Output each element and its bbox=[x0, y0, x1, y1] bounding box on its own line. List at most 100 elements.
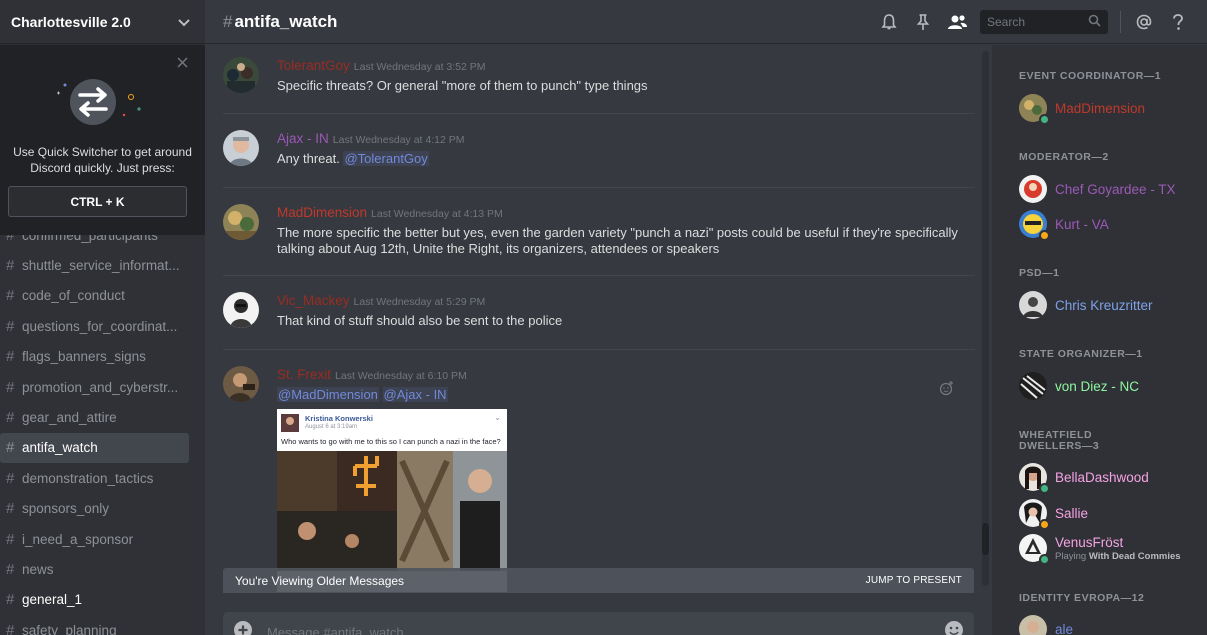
username[interactable]: MadDimension bbox=[277, 205, 367, 220]
hash-icon: # bbox=[6, 317, 15, 335]
channel-label: i_need_a_sponsor bbox=[22, 531, 134, 547]
hash-icon: # bbox=[6, 591, 15, 609]
message-list: TolerantGoy Last Wednesday at 3:52 PM Spe… bbox=[205, 45, 980, 592]
hash-icon: # bbox=[6, 469, 15, 487]
channel-item[interactable]: # news bbox=[0, 554, 189, 584]
upload-icon[interactable] bbox=[233, 620, 253, 635]
emoji-icon[interactable] bbox=[944, 620, 964, 635]
user-mention[interactable]: @MadDimension bbox=[277, 387, 379, 402]
member-list-icon[interactable] bbox=[940, 0, 974, 44]
discord-app: Charlottesville 2.0 # confirmed_participa… bbox=[0, 0, 1207, 635]
channel-label: questions_for_coordinat... bbox=[22, 318, 178, 334]
username[interactable]: Vic_Mackey bbox=[277, 293, 350, 308]
message-input[interactable] bbox=[267, 624, 944, 635]
timestamp: Last Wednesday at 4:12 PM bbox=[332, 134, 465, 146]
avatar[interactable] bbox=[223, 130, 259, 166]
channel-label: demonstration_tactics bbox=[22, 470, 154, 486]
member-item[interactable]: ale bbox=[1019, 613, 1073, 635]
channel-item[interactable]: # i_need_a_sponsor bbox=[0, 524, 189, 554]
role-header: STATE ORGANIZER—1 bbox=[1019, 348, 1143, 360]
avatar[interactable] bbox=[223, 57, 259, 93]
member-item[interactable]: VenusFröst Playing With Dead Commies bbox=[1019, 532, 1181, 565]
channel-item[interactable]: # safety_planning bbox=[0, 615, 189, 635]
message-text: The more specific the better but yes, ev… bbox=[277, 225, 958, 256]
post-text: Who wants to go with me to this so I can… bbox=[281, 437, 501, 446]
channel-item[interactable]: # sponsors_only bbox=[0, 494, 189, 524]
member-item[interactable]: von Diez - NC bbox=[1019, 370, 1139, 402]
timestamp: Last Wednesday at 5:29 PM bbox=[353, 296, 486, 308]
user-mention[interactable]: @Ajax - IN bbox=[382, 387, 448, 402]
avatar[interactable] bbox=[223, 366, 259, 402]
channel-item[interactable]: # shuttle_service_informat... bbox=[0, 250, 189, 280]
member-name: von Diez - NC bbox=[1055, 378, 1140, 394]
message-body: Vic_Mackey Last Wednesday at 5:29 PM That… bbox=[277, 292, 975, 329]
channel-item[interactable]: # gear_and_attire bbox=[0, 402, 189, 432]
hash-icon: # bbox=[6, 560, 15, 578]
bell-icon[interactable] bbox=[872, 0, 906, 44]
channel-item-unread[interactable]: # general_1 bbox=[0, 585, 189, 615]
hash-icon: # bbox=[6, 439, 15, 457]
message-scrollbar[interactable] bbox=[980, 45, 992, 592]
member-item[interactable]: BellaDashwood bbox=[1019, 461, 1149, 494]
activity-game: With Dead Commies bbox=[1088, 550, 1181, 562]
role-header: IDENTITY EVROPA—12 bbox=[1019, 592, 1145, 604]
member-item[interactable]: MadDimension bbox=[1019, 92, 1145, 125]
username[interactable]: TolerantGoy bbox=[277, 58, 350, 73]
message-divider bbox=[223, 113, 975, 114]
member-item[interactable]: Chris Kreuzritter bbox=[1019, 289, 1153, 321]
jump-to-present-button[interactable]: JUMP TO PRESENT bbox=[866, 575, 962, 586]
channel-sidebar: Charlottesville 2.0 # confirmed_participa… bbox=[0, 0, 205, 635]
channel-item[interactable]: # demonstration_tactics bbox=[0, 463, 189, 493]
message: TolerantGoy Last Wednesday at 3:52 PM Spe… bbox=[223, 57, 975, 117]
hash-icon: # bbox=[6, 287, 15, 305]
message-text-prefix: Any threat. bbox=[277, 151, 344, 166]
member-item[interactable]: Kurt - VA bbox=[1019, 208, 1109, 241]
channel-item[interactable]: # promotion_and_cyberstr... bbox=[0, 372, 189, 402]
member-item[interactable]: Sallie bbox=[1019, 497, 1088, 530]
pin-icon[interactable] bbox=[906, 0, 940, 44]
member-name: Kurt - VA bbox=[1055, 216, 1109, 232]
activity-prefix: Playing bbox=[1055, 550, 1089, 562]
message-body: St. Frexit Last Wednesday at 6:10 PM @Mad… bbox=[277, 366, 975, 403]
shortcut-key[interactable]: CTRL + K bbox=[8, 186, 187, 217]
user-mention[interactable]: @TolerantGoy bbox=[343, 151, 429, 166]
scroll-thumb[interactable] bbox=[982, 523, 989, 555]
member-name-with-activity: VenusFröst Playing With Dead Commies bbox=[1055, 535, 1181, 562]
message-text: Specific threats? Or general "more of th… bbox=[277, 78, 648, 93]
poster-avatar bbox=[281, 414, 299, 432]
chevron-down-icon[interactable] bbox=[178, 14, 190, 30]
message-body: Ajax - IN Last Wednesday at 4:12 PM Any t… bbox=[277, 130, 975, 167]
timestamp: Last Wednesday at 3:52 PM bbox=[353, 61, 486, 73]
quick-switcher-icon bbox=[50, 69, 150, 139]
username[interactable]: Ajax - IN bbox=[277, 131, 329, 146]
search-placeholder: Search bbox=[987, 15, 1026, 29]
username[interactable]: St. Frexit bbox=[277, 367, 331, 382]
post-photo bbox=[277, 451, 507, 571]
member-item[interactable]: Chef Goyardee - TX bbox=[1019, 173, 1176, 205]
message-divider bbox=[223, 187, 975, 188]
close-icon[interactable] bbox=[177, 56, 188, 72]
add-reaction-icon[interactable] bbox=[939, 380, 955, 401]
channel-label: general_1 bbox=[22, 592, 83, 608]
avatar bbox=[1019, 94, 1050, 125]
avatar[interactable] bbox=[223, 204, 259, 240]
avatar[interactable] bbox=[223, 292, 259, 328]
status-idle-icon bbox=[1039, 519, 1050, 530]
avatar bbox=[1019, 175, 1047, 203]
channel-label: antifa_watch bbox=[22, 440, 98, 456]
role-header: EVENT COORDINATOR—1 bbox=[1019, 70, 1162, 82]
status-online-icon bbox=[1039, 483, 1050, 494]
channel-item[interactable]: # flags_banners_signs bbox=[0, 342, 189, 372]
help-icon[interactable] bbox=[1161, 0, 1195, 44]
server-header[interactable]: Charlottesville 2.0 bbox=[0, 0, 205, 44]
channel-item[interactable]: # code_of_conduct bbox=[0, 281, 189, 311]
avatar bbox=[1019, 615, 1047, 635]
hash-icon: # bbox=[6, 409, 15, 427]
status-online-icon bbox=[1039, 554, 1050, 565]
channel-item[interactable]: # questions_for_coordinat... bbox=[0, 311, 189, 341]
channel-list: # confirmed_participants # shuttle_service… bbox=[0, 220, 205, 635]
search-input[interactable]: Search bbox=[980, 10, 1108, 34]
image-attachment[interactable]: Kristina Konwerski August 6 at 3:19am Wh… bbox=[277, 409, 507, 592]
channel-item-active[interactable]: # antifa_watch bbox=[0, 432, 189, 464]
mentions-icon[interactable] bbox=[1127, 0, 1161, 44]
